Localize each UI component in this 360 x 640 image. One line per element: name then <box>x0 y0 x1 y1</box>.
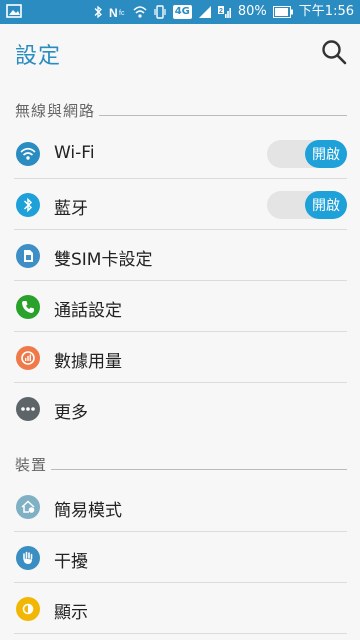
item-label: 干擾 <box>54 552 88 572</box>
section-header-device: 裝置 <box>15 452 347 476</box>
status-bar: Nfc 4G 2 80% 下午1:56 <box>0 0 360 24</box>
svg-text:2: 2 <box>219 8 223 15</box>
data-usage-icon <box>16 346 40 370</box>
bluetooth-status-icon <box>94 5 102 19</box>
toggle-knob: 開啟 <box>305 140 347 168</box>
item-label: 更多 <box>54 403 88 423</box>
sim-card-icon <box>16 244 40 268</box>
row-divider <box>14 229 347 230</box>
search-button[interactable] <box>320 38 348 66</box>
wifi-icon <box>16 142 40 166</box>
settings-item-more[interactable]: 更多 <box>0 384 360 434</box>
nfc-icon: Nfc <box>109 6 125 19</box>
item-label: 藍牙 <box>54 199 88 219</box>
row-divider <box>14 531 347 532</box>
section-divider <box>99 114 347 116</box>
item-label: 簡易模式 <box>54 501 122 521</box>
item-label: 數據用量 <box>54 352 122 372</box>
battery-icon <box>272 6 293 18</box>
image-icon <box>6 4 22 22</box>
row-divider <box>14 382 347 383</box>
wifi-status-icon <box>133 6 147 18</box>
settings-item-display[interactable]: 顯示 <box>0 584 360 634</box>
house-icon <box>16 495 40 519</box>
row-divider <box>14 331 347 332</box>
section-header-network: 無線與網路 <box>15 98 347 122</box>
hand-icon <box>16 546 40 570</box>
signal-sim1-icon <box>198 6 211 18</box>
settings-item-wifi[interactable]: Wi-Fi 開啟 <box>0 129 360 179</box>
section-title: 裝置 <box>15 455 48 474</box>
settings-item-do-not-disturb[interactable]: 干擾 <box>0 533 360 583</box>
page-title: 設定 <box>15 44 62 69</box>
toggle-knob: 開啟 <box>305 191 347 219</box>
row-divider <box>14 582 347 583</box>
settings-item-call[interactable]: 通話設定 <box>0 282 360 332</box>
brightness-icon <box>16 597 40 621</box>
vibrate-icon <box>154 5 166 19</box>
search-icon <box>322 40 347 65</box>
row-divider <box>14 280 347 281</box>
item-label: 通話設定 <box>54 301 122 321</box>
wifi-toggle[interactable]: 開啟 <box>267 140 347 168</box>
settings-item-dual-sim[interactable]: 雙SIM卡設定 <box>0 231 360 281</box>
settings-item-easy-mode[interactable]: 簡易模式 <box>0 482 360 532</box>
settings-item-data-usage[interactable]: 數據用量 <box>0 333 360 383</box>
settings-item-bluetooth[interactable]: 藍牙 開啟 <box>0 180 360 230</box>
bluetooth-toggle[interactable]: 開啟 <box>267 191 347 219</box>
battery-percent: 80% <box>237 4 267 19</box>
more-dots-icon <box>16 397 40 421</box>
row-divider <box>14 178 347 179</box>
item-label: Wi-Fi <box>54 143 95 163</box>
signal-sim2-icon: 2 <box>217 6 231 18</box>
svg-text:N: N <box>109 6 118 19</box>
section-title: 無線與網路 <box>15 101 96 120</box>
status-icons: Nfc 4G 2 80% 下午1:56 <box>94 3 354 21</box>
network-type-badge: 4G <box>172 5 192 19</box>
app-bar: 設定 <box>0 24 360 80</box>
item-label: 顯示 <box>54 603 88 623</box>
svg-text:fc: fc <box>119 10 125 17</box>
section-divider <box>51 468 347 470</box>
phone-icon <box>16 295 40 319</box>
bluetooth-icon <box>16 193 40 217</box>
row-divider <box>14 633 347 634</box>
item-label: 雙SIM卡設定 <box>54 250 153 270</box>
clock: 下午1:56 <box>298 4 354 19</box>
